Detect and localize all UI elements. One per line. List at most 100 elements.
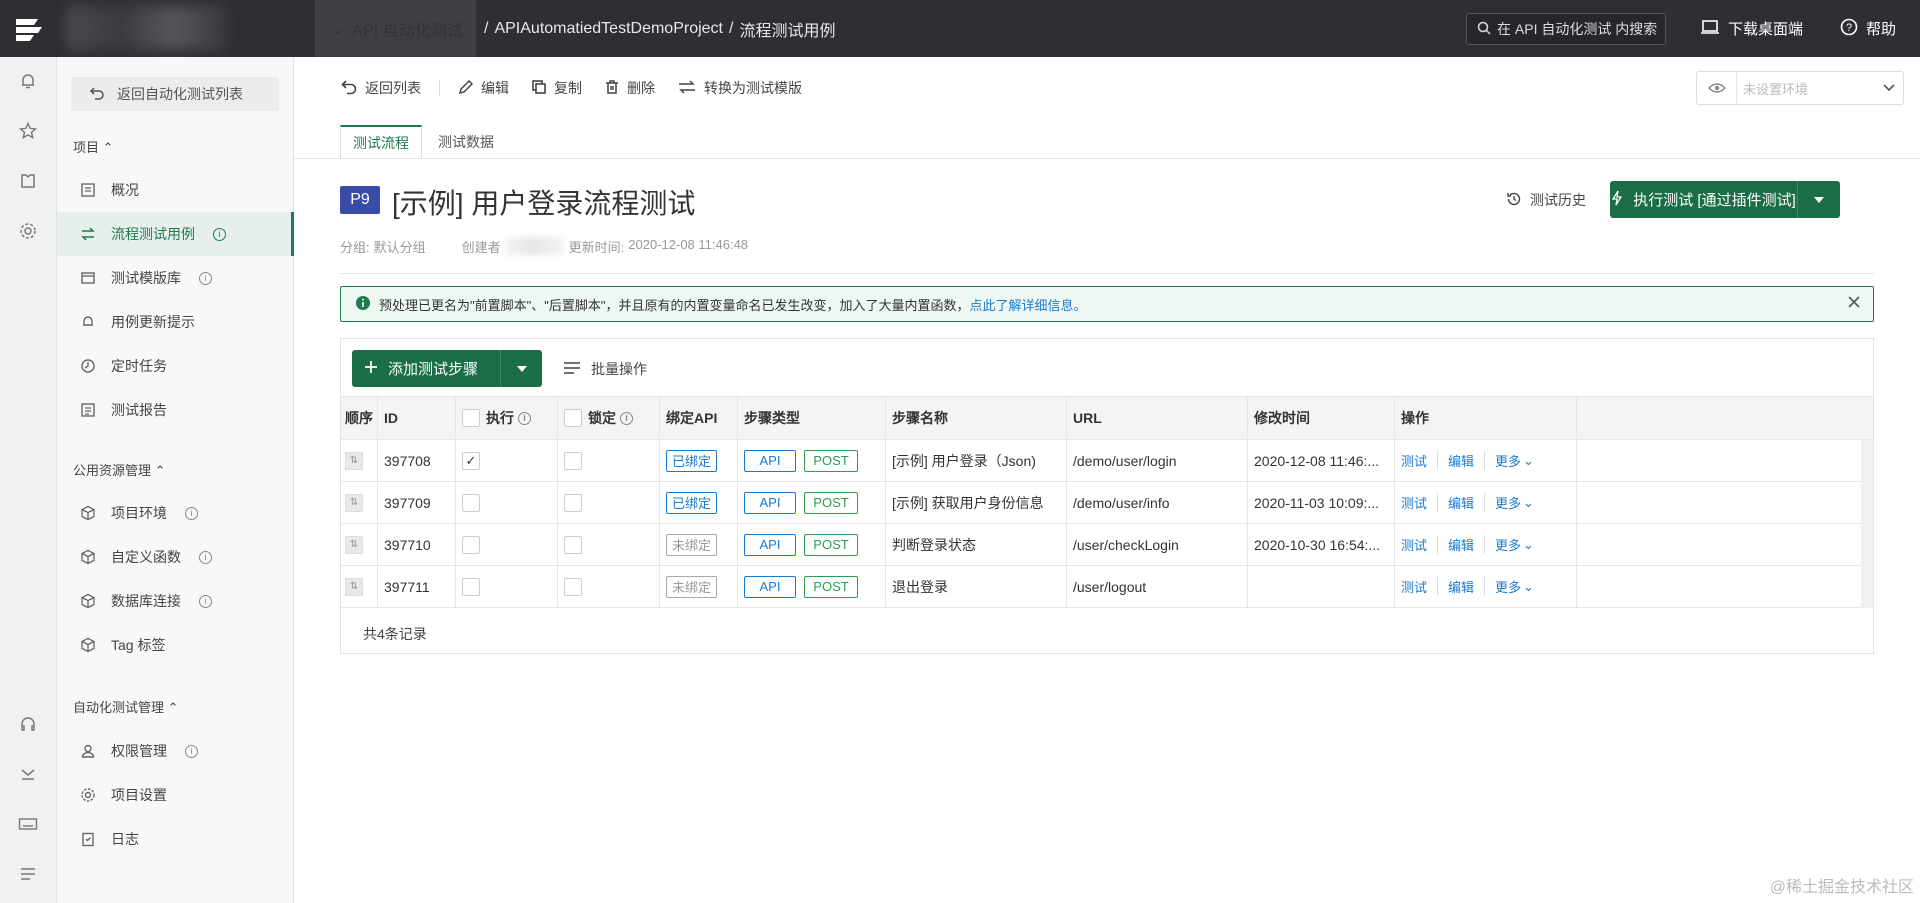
shirt-icon[interactable] <box>17 170 39 192</box>
test-link[interactable]: 测试 <box>1401 535 1439 554</box>
environment-select[interactable]: 未设置环境 <box>1696 71 1904 105</box>
group-label: 分组: <box>340 240 370 255</box>
drag-handle-icon[interactable]: ⇅ <box>345 535 363 554</box>
table-row[interactable]: ⇅ 397711 未绑定 API POST 退出登录 /user/logout 测… <box>341 566 1873 608</box>
tabs-divider <box>294 158 1920 159</box>
download-desktop-link[interactable]: 下载桌面端 <box>1700 0 1803 57</box>
notice-details-link[interactable]: 点此了解详细信息。 <box>969 298 1086 313</box>
project-switcher[interactable]: ⌄ API 自动化测试 <box>315 0 476 57</box>
col-exec: 执行 i <box>456 397 558 439</box>
sidebar-item-tags[interactable]: Tag 标签 <box>57 623 294 667</box>
more-dropdown[interactable]: 更多 ⌄ <box>1485 493 1544 512</box>
chevron-down-icon: ⌄ <box>1523 536 1534 552</box>
convert-to-template-button[interactable]: 转换为测试模版 <box>677 78 802 98</box>
col-bind-api: 绑定API <box>660 397 738 439</box>
table-row[interactable]: ⇅ 397710 未绑定 API POST 判断登录状态 /user/checkL… <box>341 524 1873 566</box>
sidebar-item-scheduled-tasks[interactable]: 定时任务 <box>57 344 294 388</box>
case-meta: 分组: 默认分组 创建者 更新时间: 2020-12-08 11:46:48 <box>340 237 752 256</box>
breadcrumb-project[interactable]: APIAutomatiedTestDemoProject <box>494 20 723 38</box>
help-link[interactable]: ? 帮助 <box>1840 0 1896 57</box>
add-test-step-main[interactable]: 添加测试步骤 <box>352 358 500 379</box>
test-history-button[interactable]: 测试历史 <box>1506 190 1586 210</box>
sidebar-item-logs[interactable]: 日志 <box>57 817 294 861</box>
info-icon[interactable]: i <box>185 506 198 520</box>
edit-link[interactable]: 编辑 <box>1438 535 1486 554</box>
download-tray-icon[interactable] <box>17 763 39 785</box>
tab-test-data[interactable]: 测试数据 <box>426 125 506 159</box>
add-test-step-button[interactable]: 添加测试步骤 <box>352 350 542 387</box>
test-link[interactable]: 测试 <box>1401 451 1439 470</box>
sidebar-item-custom-functions[interactable]: 自定义函数 i <box>57 535 294 579</box>
lock-checkbox[interactable] <box>564 535 582 554</box>
more-dropdown[interactable]: 更多 ⌄ <box>1485 535 1544 554</box>
drag-handle-icon[interactable]: ⇅ <box>345 493 363 512</box>
copy-button[interactable]: 复制 <box>531 78 582 98</box>
test-link[interactable]: 测试 <box>1401 493 1439 512</box>
sidebar-item-permissions[interactable]: 权限管理 i <box>57 729 294 773</box>
headset-icon[interactable] <box>17 713 39 735</box>
more-dropdown[interactable]: 更多 ⌄ <box>1485 451 1544 470</box>
star-icon[interactable] <box>17 120 39 142</box>
table-scrollbar[interactable] <box>1861 440 1873 608</box>
run-test-main[interactable]: 执行测试 [通过插件测试] <box>1610 189 1797 210</box>
convert-arrows-icon <box>677 79 697 98</box>
exec-checkbox-checked[interactable]: ✓ <box>462 451 480 470</box>
settings-gear-icon[interactable] <box>17 220 39 242</box>
sidebar-item-flow-cases[interactable]: 流程测试用例 i <box>57 212 294 256</box>
sidebar-item-templates[interactable]: 测试模版库 i <box>57 256 294 300</box>
edit-button[interactable]: 编辑 <box>458 78 509 98</box>
section-shared-resources[interactable]: 公用资源管理 ⌃ <box>73 460 166 479</box>
close-icon[interactable] <box>1847 295 1861 312</box>
table-row[interactable]: ⇅ 397709 已绑定 API POST [示例] 获取用户身份信息 /demo… <box>341 482 1873 524</box>
exec-checkbox[interactable] <box>462 493 480 512</box>
search-placeholder: 在 API 自动化测试 内搜索 <box>1497 21 1658 37</box>
back-to-list-toolbar-button[interactable]: 返回列表 <box>340 78 421 98</box>
info-icon[interactable]: i <box>185 744 198 758</box>
info-icon[interactable]: i <box>213 227 226 241</box>
back-to-list-button[interactable]: 返回自动化测试列表 <box>71 77 279 111</box>
lock-checkbox[interactable] <box>564 577 582 596</box>
section-automation-management[interactable]: 自动化测试管理 ⌃ <box>73 697 179 716</box>
edit-link[interactable]: 编辑 <box>1438 493 1486 512</box>
info-icon[interactable]: i <box>199 550 212 564</box>
test-link[interactable]: 测试 <box>1401 577 1439 596</box>
lock-checkbox[interactable] <box>564 493 582 512</box>
side-navigation: 返回自动化测试列表 项目 ⌃ 概况 流程测试用例 i 测试模版库 i 用例更新提示 … <box>57 57 294 903</box>
bell-icon[interactable] <box>17 70 39 92</box>
section-project[interactable]: 项目 ⌃ <box>73 137 114 156</box>
select-all-lock-checkbox[interactable] <box>564 409 582 427</box>
sidebar-item-overview[interactable]: 概况 <box>57 168 294 212</box>
exec-checkbox[interactable] <box>462 535 480 554</box>
table-row[interactable]: ⇅ 397708 ✓ 已绑定 API POST [示例] 用户登录（Json) /… <box>341 440 1873 482</box>
sidebar-item-update-hints[interactable]: 用例更新提示 <box>57 300 294 344</box>
drag-handle-icon[interactable]: ⇅ <box>345 577 363 596</box>
batch-operation-button[interactable]: 批量操作 <box>563 359 647 379</box>
swap-arrows-icon <box>79 225 97 243</box>
run-options-dropdown[interactable] <box>1797 181 1840 218</box>
menu-lines-icon[interactable] <box>17 863 39 885</box>
exec-checkbox[interactable] <box>462 577 480 596</box>
tab-test-flow[interactable]: 测试流程 <box>340 125 422 159</box>
info-icon[interactable]: i <box>199 594 212 608</box>
select-all-exec-checkbox[interactable] <box>462 409 480 427</box>
info-icon[interactable]: i <box>518 411 531 425</box>
add-step-dropdown[interactable] <box>500 350 542 387</box>
run-test-button[interactable]: 执行测试 [通过插件测试] <box>1610 181 1840 218</box>
info-icon[interactable]: i <box>620 411 633 425</box>
info-icon[interactable]: i <box>199 271 212 285</box>
step-modified <box>1248 566 1395 607</box>
edit-link[interactable]: 编辑 <box>1438 577 1486 596</box>
lock-checkbox[interactable] <box>564 451 582 470</box>
drag-handle-icon[interactable]: ⇅ <box>345 451 363 470</box>
sidebar-item-project-settings[interactable]: 项目设置 <box>57 773 294 817</box>
type-api-badge: API <box>744 449 796 472</box>
more-dropdown[interactable]: 更多 ⌄ <box>1485 577 1544 596</box>
sidebar-item-environments[interactable]: 项目环境 i <box>57 491 294 535</box>
keyboard-icon[interactable] <box>17 813 39 835</box>
edit-link[interactable]: 编辑 <box>1438 451 1486 470</box>
sidebar-item-db-connections[interactable]: 数据库连接 i <box>57 579 294 623</box>
app-logo-icon[interactable] <box>0 0 57 57</box>
global-search[interactable]: 在 API 自动化测试 内搜索 <box>1466 13 1666 45</box>
sidebar-item-test-reports[interactable]: 测试报告 <box>57 388 294 432</box>
delete-button[interactable]: 删除 <box>604 78 655 98</box>
